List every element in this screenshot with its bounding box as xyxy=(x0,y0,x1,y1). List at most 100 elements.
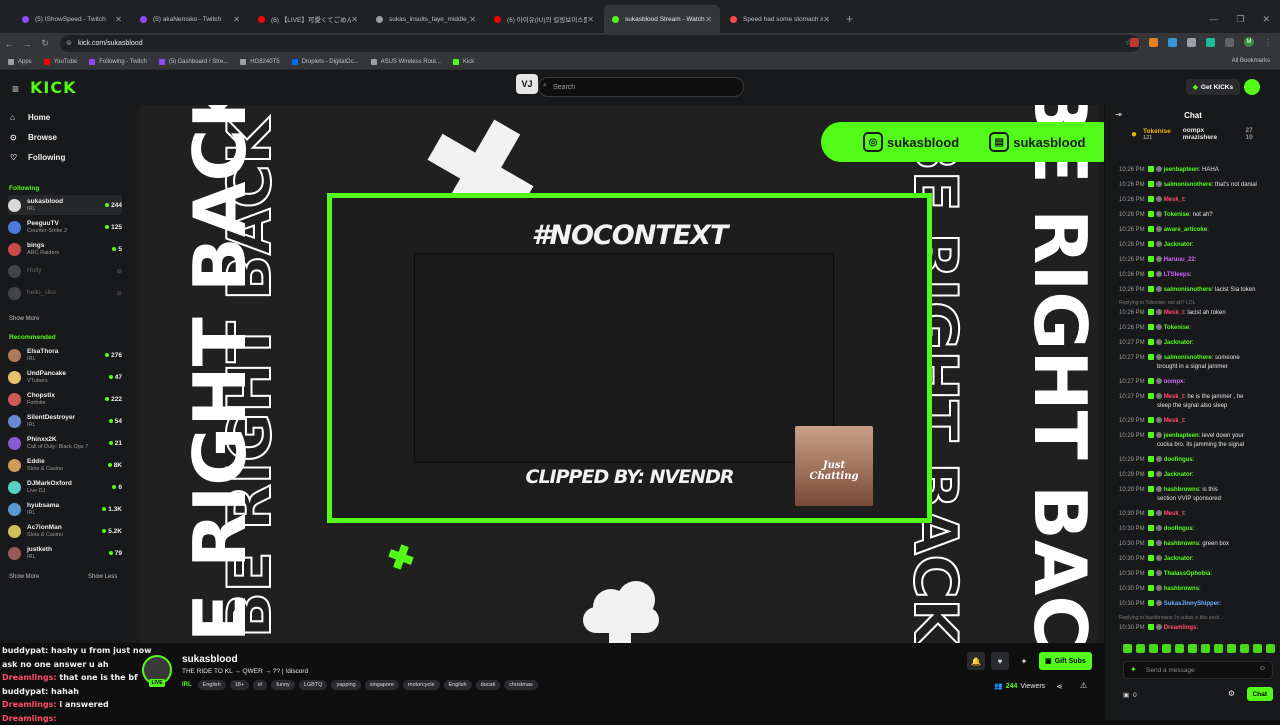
chat-username[interactable]: Dreamlings xyxy=(1164,625,1197,631)
chat-username[interactable]: doofingus xyxy=(1164,457,1193,463)
stream-tag[interactable]: motorcycle xyxy=(403,680,440,690)
stream-tag[interactable]: yapping xyxy=(331,680,360,690)
bookmark-item[interactable]: (5) Dashboard / Stre... xyxy=(159,59,228,65)
bookmark-item[interactable]: Kick xyxy=(453,59,474,65)
sidebar-channel[interactable]: UndPancakeVTubers47 xyxy=(8,367,122,387)
chat-username[interactable]: salmonisnothere xyxy=(1164,355,1212,361)
sidebar-channel[interactable]: hyubsamaIRL1.3K xyxy=(8,499,122,519)
chat-username[interactable]: hashbrowns xyxy=(1164,541,1199,547)
tab-close-icon[interactable]: ✕ xyxy=(705,15,712,24)
show-less-recommended[interactable]: Show Less xyxy=(88,574,117,580)
follow-heart-icon[interactable]: ♥ xyxy=(991,652,1009,670)
chat-username[interactable]: Tokenise xyxy=(1164,212,1190,218)
browser-tab[interactable]: (5) akaNemsko - Twitch✕ xyxy=(132,5,248,33)
chat-username[interactable]: SukasJinnyShipper xyxy=(1164,601,1220,607)
report-icon[interactable]: ⚠ xyxy=(1080,681,1087,690)
sidebar-nav-home[interactable]: ⌂Home xyxy=(10,113,50,122)
chat-username[interactable]: salmonisnothere xyxy=(1164,182,1212,188)
get-kicks-button[interactable]: ◆ Get KICKs xyxy=(1186,79,1240,95)
chat-username[interactable]: aware_articoke xyxy=(1164,227,1207,233)
show-more-recommended[interactable]: Show More xyxy=(9,574,39,580)
stream-category[interactable]: IRL xyxy=(182,682,192,688)
emote-icon[interactable] xyxy=(1240,644,1249,653)
bookmark-item[interactable]: ASUS Wireless Rout... xyxy=(371,59,441,65)
sidebar-channel[interactable]: Holly⊘ xyxy=(8,261,122,281)
browser-tab[interactable]: (5) IShowSpeed - Twitch✕ xyxy=(14,5,130,33)
chat-username[interactable]: doofingus xyxy=(1164,526,1193,532)
extensions-puzzle-icon[interactable] xyxy=(1225,38,1234,47)
minimize-icon[interactable]: — xyxy=(1209,14,1218,25)
tab-close-icon[interactable]: ✕ xyxy=(587,15,594,24)
stream-tag[interactable]: christmas xyxy=(504,680,538,690)
share-icon[interactable]: ⋖ xyxy=(1056,682,1063,691)
bookmark-item[interactable]: YouTube xyxy=(44,59,78,65)
sidebar-channel[interactable]: sukasbloodIRL244 xyxy=(8,195,122,215)
chat-message-input[interactable]: ✦ Send a message ☺ xyxy=(1123,661,1273,679)
bookmark-item[interactable]: Following - Twitch xyxy=(89,59,147,65)
tab-close-icon[interactable]: ✕ xyxy=(469,15,476,24)
channel-name[interactable]: sukasblood xyxy=(182,654,238,665)
extension-icon[interactable] xyxy=(1187,38,1196,47)
chat-username[interactable]: hashbrowns xyxy=(1164,487,1199,493)
emote-icon[interactable] xyxy=(1162,644,1171,653)
chat-username[interactable]: Mesk_t xyxy=(1164,197,1184,203)
browser-menu-icon[interactable]: ⋮ xyxy=(1264,38,1272,47)
chat-username[interactable]: LTSleeps xyxy=(1164,272,1190,278)
browser-tab[interactable]: (6) 【LIVE】可愛くてごめん／花音聖...✕ xyxy=(250,5,366,33)
browser-tab[interactable]: sukas_insults_faye_middle_fing...✕ xyxy=(368,5,484,33)
emote-icon[interactable] xyxy=(1253,644,1262,653)
stream-tag[interactable]: singapore xyxy=(365,680,399,690)
emote-icon[interactable] xyxy=(1266,644,1275,653)
chat-username[interactable]: ThalassOphobia xyxy=(1164,571,1211,577)
gift-subs-button[interactable]: ▣ Gift Subs xyxy=(1039,652,1092,670)
video-player[interactable]: BE RIGHT BACK BE RIGHT BACK BE RIGHT BAC… xyxy=(128,105,1104,643)
bookmark-item[interactable]: HG8240T5 xyxy=(240,59,279,65)
chat-username[interactable]: Tokenise xyxy=(1164,325,1190,331)
url-field[interactable]: ⊜ kick.com/sukasblood ☆ xyxy=(60,35,1140,52)
chat-username[interactable]: Jacknator xyxy=(1164,472,1192,478)
sidebar-channel[interactable]: Ac7ionManSlots & Casino5.2K xyxy=(8,521,122,541)
stream-tag[interactable]: English xyxy=(198,680,226,690)
stream-tag[interactable]: funny xyxy=(271,680,294,690)
bookmark-item[interactable]: Droplets - DigitalOc... xyxy=(292,59,359,65)
maximize-icon[interactable]: ❐ xyxy=(1236,14,1244,25)
tab-close-icon[interactable]: ✕ xyxy=(823,15,830,24)
extension-icon[interactable] xyxy=(1168,38,1177,47)
chat-username[interactable]: Haruuu_22 xyxy=(1164,257,1195,263)
tab-close-icon[interactable]: ✕ xyxy=(233,15,240,24)
sidebar-channel[interactable]: hello_siko⊘ xyxy=(8,283,122,303)
sidebar-channel[interactable]: ElsaThoraIRL276 xyxy=(8,345,122,365)
extension-icon[interactable] xyxy=(1130,38,1139,47)
profile-avatar[interactable]: M xyxy=(1244,37,1254,47)
emoji-icon[interactable]: ☺ xyxy=(1259,665,1266,672)
browser-tab[interactable]: Speed had some stomach issue...✕ xyxy=(722,5,838,33)
forward-icon[interactable]: → xyxy=(18,39,36,49)
extension-icon[interactable] xyxy=(1149,38,1158,47)
sidebar-channel[interactable]: Phinxx2KCall of Duty: Black Ops 721 xyxy=(8,433,122,453)
emote-icon[interactable] xyxy=(1149,644,1158,653)
new-tab-icon[interactable]: + xyxy=(846,5,853,33)
sidebar-nav-following[interactable]: ♡Following xyxy=(10,153,65,162)
chat-username[interactable]: Mesk_t xyxy=(1164,511,1184,517)
sparkle-icon[interactable]: ✦ xyxy=(1015,652,1033,670)
stream-tag[interactable]: English xyxy=(444,680,472,690)
emote-icon[interactable] xyxy=(1188,644,1197,653)
sidebar-channel[interactable]: PeeguuTVCounter-Strike 2125 xyxy=(8,217,122,237)
emote-icon[interactable] xyxy=(1123,644,1132,653)
vj-extension-icon[interactable]: VJ xyxy=(516,74,538,94)
chat-username[interactable]: jeenbapteen xyxy=(1164,433,1199,439)
tab-close-icon[interactable]: ✕ xyxy=(351,15,358,24)
emote-icon[interactable] xyxy=(1227,644,1236,653)
emote-icon[interactable] xyxy=(1201,644,1210,653)
chat-username[interactable]: Mesk_t xyxy=(1164,394,1184,400)
all-bookmarks-link[interactable]: All Bookmarks xyxy=(1232,58,1270,64)
chat-username[interactable]: jeenbapteen xyxy=(1164,167,1199,173)
sidebar-channel[interactable]: ChopstixFortnite222 xyxy=(8,389,122,409)
chat-username[interactable]: Jacknator xyxy=(1164,242,1192,248)
stream-tag[interactable]: 18+ xyxy=(230,680,249,690)
sidebar-nav-browse[interactable]: ⊙Browse xyxy=(10,133,57,142)
user-avatar[interactable] xyxy=(1244,79,1260,95)
chat-username[interactable]: salmonisnothere xyxy=(1164,287,1212,293)
close-window-icon[interactable]: ✕ xyxy=(1262,14,1270,25)
sidebar-channel[interactable]: EddieSlots & Casino8K xyxy=(8,455,122,475)
